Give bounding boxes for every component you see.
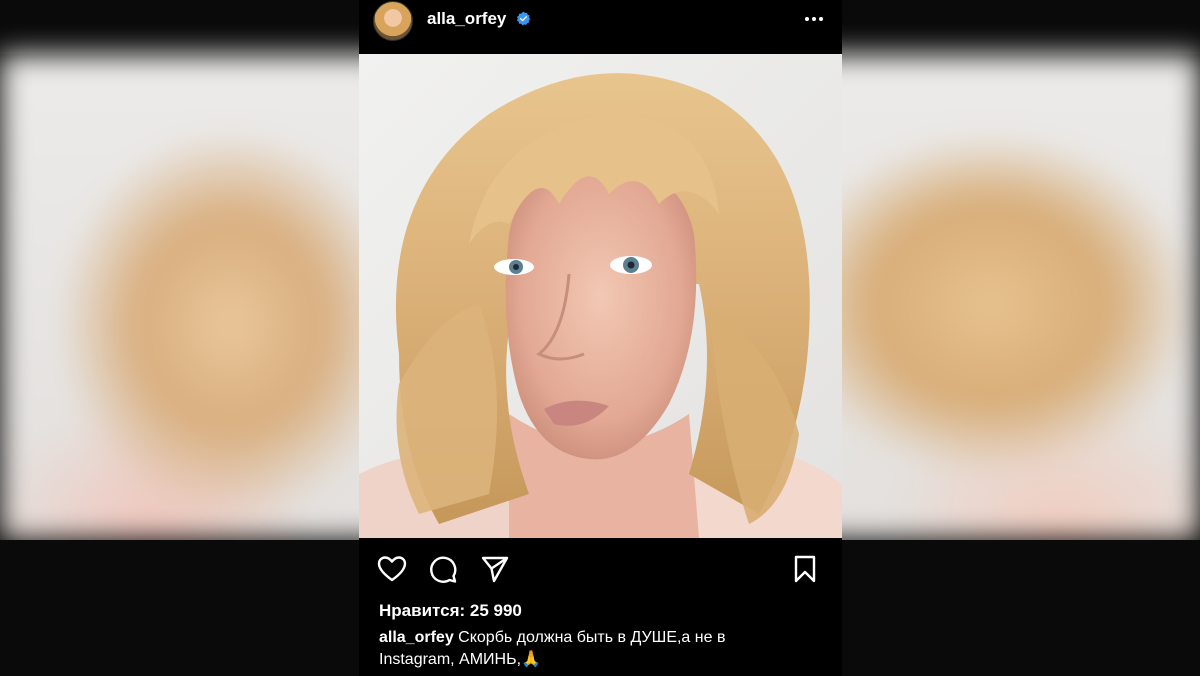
- post-username[interactable]: alla_orfey: [427, 9, 506, 29]
- instagram-post: alla_orfey Нравится: 25 990 alla_orfey С…: [359, 0, 842, 676]
- post-header: alla_orfey: [359, 0, 842, 54]
- bookmark-icon[interactable]: [789, 553, 821, 585]
- caption-username[interactable]: alla_orfey: [379, 629, 454, 646]
- post-photo[interactable]: [359, 54, 842, 538]
- more-options-icon[interactable]: [802, 7, 826, 31]
- avatar[interactable]: [373, 1, 413, 41]
- portrait-illustration: [359, 54, 842, 538]
- share-icon[interactable]: [479, 553, 511, 585]
- comment-icon[interactable]: [427, 553, 459, 585]
- post-actions-bar: [359, 538, 842, 600]
- heart-icon[interactable]: [376, 553, 408, 585]
- verified-badge-icon: [517, 11, 531, 26]
- like-count[interactable]: Нравится: 25 990: [379, 601, 522, 621]
- post-caption: alla_orfey Скорбь должна быть в ДУШЕ,а н…: [379, 627, 799, 671]
